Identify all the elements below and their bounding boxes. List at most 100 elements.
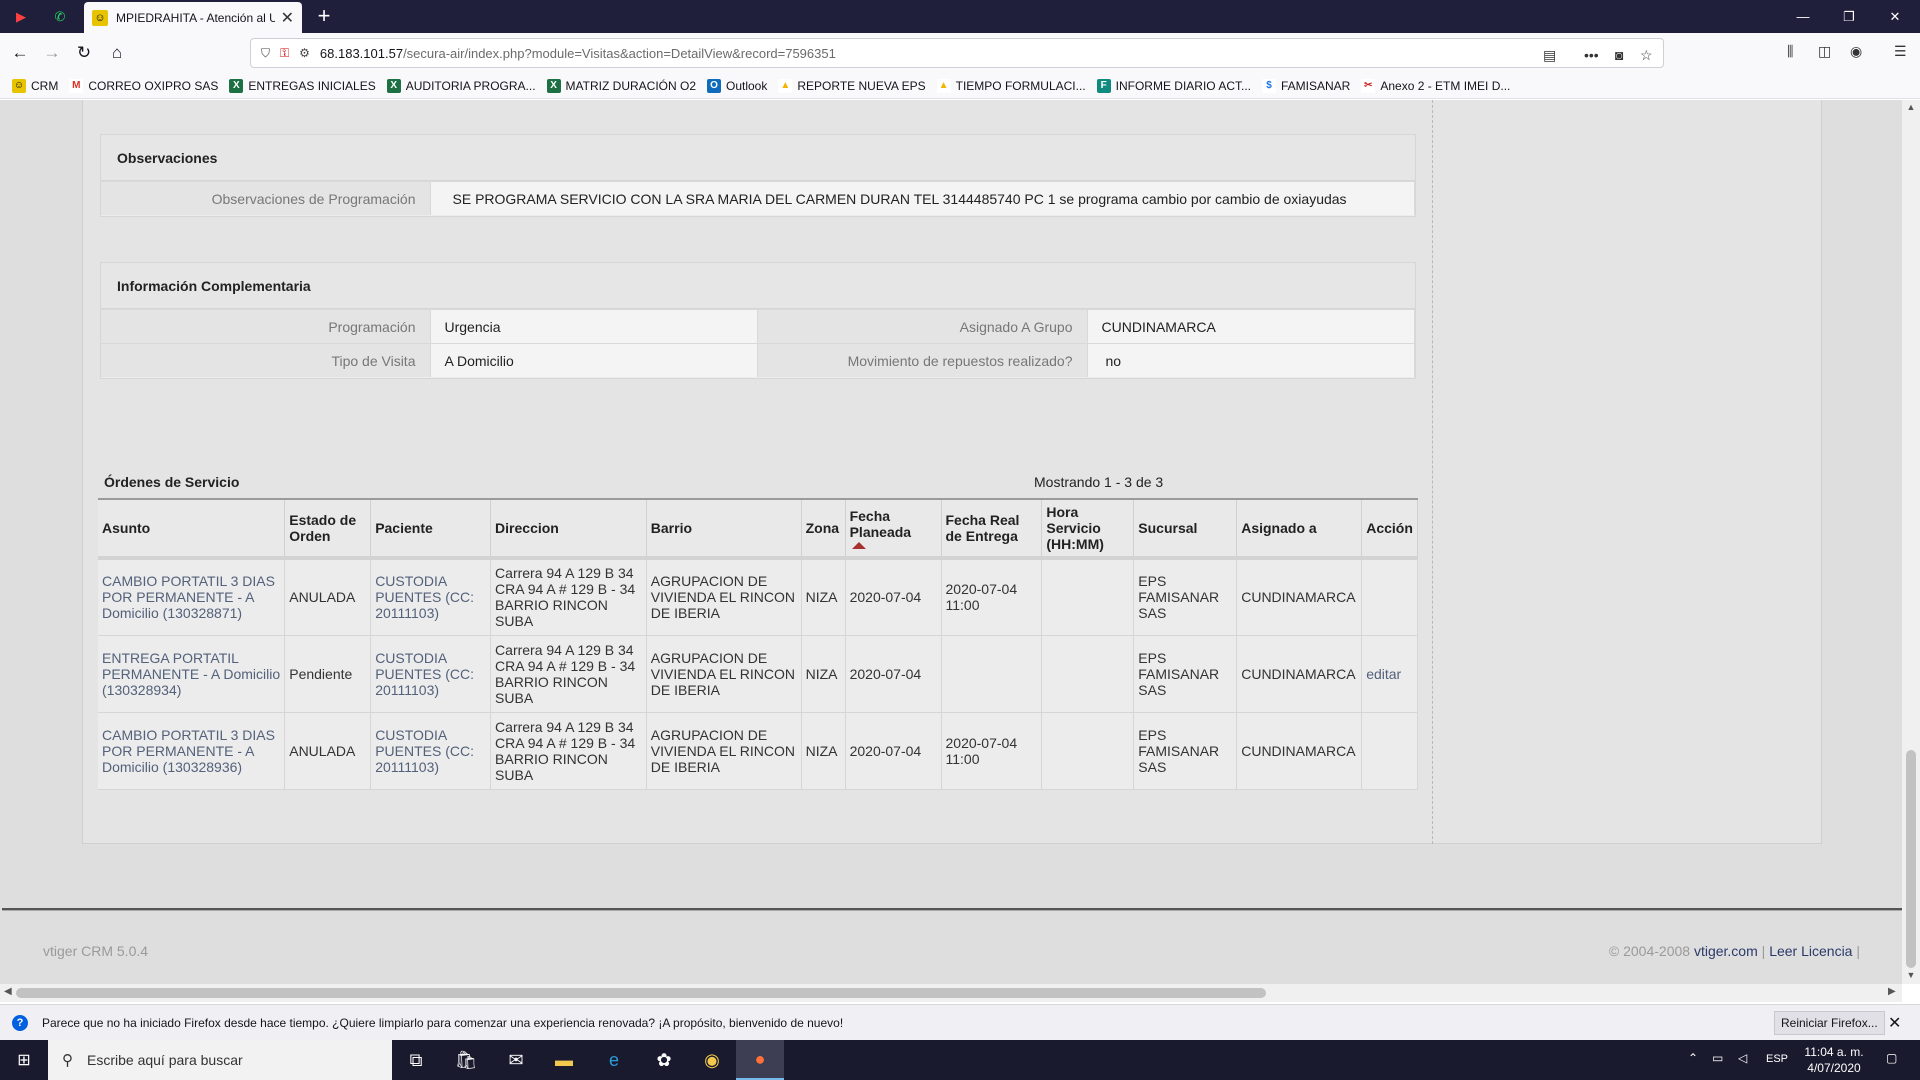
tipo-visita-value: A Domicilio — [430, 344, 758, 377]
editar-link[interactable]: editar — [1361, 635, 1418, 713]
close-window-button[interactable]: ✕ — [1872, 0, 1918, 33]
bookmark-item[interactable]: M CORREO OXIPRO SAS — [69, 78, 218, 93]
estado-cell: ANULADA — [284, 558, 372, 636]
firefox-icon[interactable]: ● — [736, 1040, 784, 1080]
vtiger-link[interactable]: vtiger.com — [1694, 943, 1758, 959]
tab-active[interactable]: ☺ MPIEDRAHITA - Atención al Us ✕ — [84, 2, 302, 33]
page-actions-icon[interactable]: ••• — [1584, 47, 1599, 63]
clock[interactable]: 11:04 a. m. 4/07/2020 — [1796, 1044, 1872, 1076]
bookmark-item[interactable]: X AUDITORIA PROGRA... — [386, 78, 536, 93]
library-icon[interactable]: ⫼ — [1787, 43, 1793, 60]
whatsapp-pinned-tab-icon[interactable]: ✆ — [49, 6, 71, 28]
pocket-icon[interactable]: ◙ — [1615, 47, 1623, 63]
tray-chevron-icon[interactable]: ⌃ — [1688, 1051, 1698, 1065]
bookmark-item[interactable]: O Outlook — [707, 78, 767, 93]
asunto-link[interactable]: CAMBIO PORTATIL 3 DIAS POR PERMANENTE - … — [98, 558, 286, 636]
col-zona[interactable]: Zona — [801, 499, 846, 560]
bookmark-item[interactable]: ✂ Anexo 2 - ETM IMEI D... — [1361, 78, 1510, 93]
field-label: Tipo de Visita — [101, 344, 431, 377]
scrollbar-thumb[interactable] — [1906, 750, 1916, 968]
col-direccion[interactable]: Direccion — [490, 499, 647, 560]
taskbar-search[interactable]: ⚲ Escribe aquí para buscar — [48, 1040, 392, 1080]
refresh-firefox-button[interactable]: Reiniciar Firefox... — [1774, 1011, 1885, 1035]
horizontal-scrollbar[interactable]: ◀ ▶ — [0, 984, 1902, 1002]
ordenes-title: Órdenes de Servicio — [104, 474, 240, 490]
zona-cell: NIZA — [801, 558, 846, 636]
new-tab-button[interactable]: + — [312, 4, 336, 28]
forward-button[interactable]: → — [40, 41, 64, 65]
reload-button[interactable]: ↻ — [72, 41, 96, 65]
col-paciente[interactable]: Paciente — [370, 499, 492, 560]
col-fecha-planeada[interactable]: Fecha Planeada — [845, 499, 942, 560]
back-button[interactable]: ← — [8, 41, 32, 65]
accion-cell — [1361, 558, 1418, 636]
edge-icon[interactable]: e — [590, 1040, 638, 1080]
col-estado[interactable]: Estado de Orden — [284, 499, 372, 560]
windows-taskbar: ⊞ ⚲ Escribe aquí para buscar ⧉ 🛍 ✉ ▬ e ✿… — [0, 1040, 1920, 1080]
paciente-link[interactable]: CUSTODIA PUENTES (CC: 20111103) — [370, 712, 492, 790]
chrome-icon[interactable]: ◉ — [688, 1040, 736, 1080]
gmail-icon: M — [69, 78, 84, 93]
paciente-link[interactable]: CUSTODIA PUENTES (CC: 20111103) — [370, 635, 492, 713]
start-button[interactable]: ⊞ — [0, 1040, 48, 1080]
bookmark-star-icon[interactable]: ☆ — [1640, 47, 1653, 64]
mail-icon[interactable]: ✉ — [492, 1040, 540, 1080]
scrollbar-thumb[interactable] — [16, 988, 1266, 998]
outlook-icon: O — [707, 78, 721, 93]
menu-icon[interactable]: ☰ — [1894, 43, 1907, 60]
bookmark-item[interactable]: ☺ CRM — [12, 78, 58, 93]
youtube-pinned-tab-icon[interactable]: ▶ — [10, 6, 32, 28]
network-icon[interactable]: ▭ — [1712, 1051, 1723, 1065]
bookmark-item[interactable]: X ENTREGAS INICIALES — [229, 78, 376, 93]
asunto-link[interactable]: ENTREGA PORTATIL PERMANENTE - A Domicili… — [98, 635, 286, 713]
asignado-cell: CUNDINAMARCA — [1236, 635, 1363, 713]
shield-icon[interactable]: ⛉ — [261, 46, 270, 61]
restore-button[interactable]: ❐ — [1826, 0, 1872, 33]
sidebar-icon[interactable]: ◫ — [1818, 43, 1831, 60]
sort-ascending-icon[interactable] — [851, 541, 866, 549]
notifications-icon[interactable]: ▢ — [1886, 1051, 1897, 1065]
bookmark-item[interactable]: F INFORME DIARIO ACT... — [1096, 78, 1251, 93]
licencia-link[interactable]: Leer Licencia — [1769, 943, 1852, 959]
col-accion: Acción — [1361, 499, 1418, 560]
bookmark-item[interactable]: ▲ TIEMPO FORMULACI... — [936, 78, 1086, 93]
language-indicator[interactable]: ESP — [1766, 1053, 1788, 1065]
scroll-right-arrow-icon[interactable]: ▶ — [1888, 986, 1896, 997]
col-barrio[interactable]: Barrio — [646, 499, 802, 560]
vertical-scrollbar[interactable]: ▲ ▼ — [1902, 100, 1920, 984]
col-sucursal[interactable]: Sucursal — [1133, 499, 1238, 560]
permissions-icon[interactable]: ⚙ — [299, 46, 310, 60]
account-icon[interactable]: ◉ — [1850, 43, 1862, 60]
bookmark-item[interactable]: $ FAMISANAR — [1262, 78, 1350, 93]
asunto-link[interactable]: CAMBIO PORTATIL 3 DIAS POR PERMANENTE - … — [98, 712, 286, 790]
bookmark-item[interactable]: X MATRIZ DURACIÓN O2 — [546, 78, 696, 93]
home-button[interactable]: ⌂ — [105, 41, 129, 65]
volume-icon[interactable]: ◁ — [1738, 1051, 1747, 1065]
table-row: CAMBIO PORTATIL 3 DIAS POR PERMANENTE - … — [98, 712, 1418, 790]
bookmark-item[interactable]: ▲ REPORTE NUEVA EPS — [778, 78, 926, 93]
scroll-left-arrow-icon[interactable]: ◀ — [4, 986, 12, 997]
col-hora[interactable]: Hora Servicio (HH:MM) — [1041, 499, 1135, 560]
scroll-down-arrow-icon[interactable]: ▼ — [1902, 970, 1920, 980]
paciente-link[interactable]: CUSTODIA PUENTES (CC: 20111103) — [370, 558, 492, 636]
programacion-value: Urgencia — [430, 310, 758, 343]
reader-view-icon[interactable]: ▤ — [1543, 47, 1556, 64]
col-asunto[interactable]: Asunto — [98, 499, 286, 560]
insecure-lock-icon[interactable]: ⚿ — [280, 46, 289, 61]
close-tab-icon[interactable]: ✕ — [281, 8, 294, 28]
col-asignado[interactable]: Asignado a — [1236, 499, 1363, 560]
fecha-real-cell: 2020-07-04 11:00 — [941, 558, 1043, 636]
grupo-value: CUNDINAMARCA — [1087, 310, 1415, 343]
close-notification-icon[interactable]: ✕ — [1888, 1013, 1901, 1033]
col-fecha-real[interactable]: Fecha Real de Entrega — [941, 499, 1043, 560]
scroll-up-arrow-icon[interactable]: ▲ — [1902, 102, 1920, 112]
minimize-button[interactable]: — — [1780, 0, 1826, 33]
app-icon[interactable]: ✿ — [640, 1040, 688, 1080]
observaciones-value: SE PROGRAMA SERVICIO CON LA SRA MARIA DE… — [430, 182, 1415, 215]
url-host: 68.183.101.57 — [319, 45, 404, 61]
fecha-real-cell: 2020-07-04 11:00 — [941, 712, 1043, 790]
store-icon[interactable]: 🛍 — [442, 1040, 490, 1080]
file-explorer-icon[interactable]: ▬ — [540, 1040, 588, 1080]
task-view-icon[interactable]: ⧉ — [392, 1040, 440, 1080]
url-bar[interactable]: ⛉ ⚿ ⚙ 68.183.101.57 /secura-air/index.ph… — [250, 38, 1664, 68]
